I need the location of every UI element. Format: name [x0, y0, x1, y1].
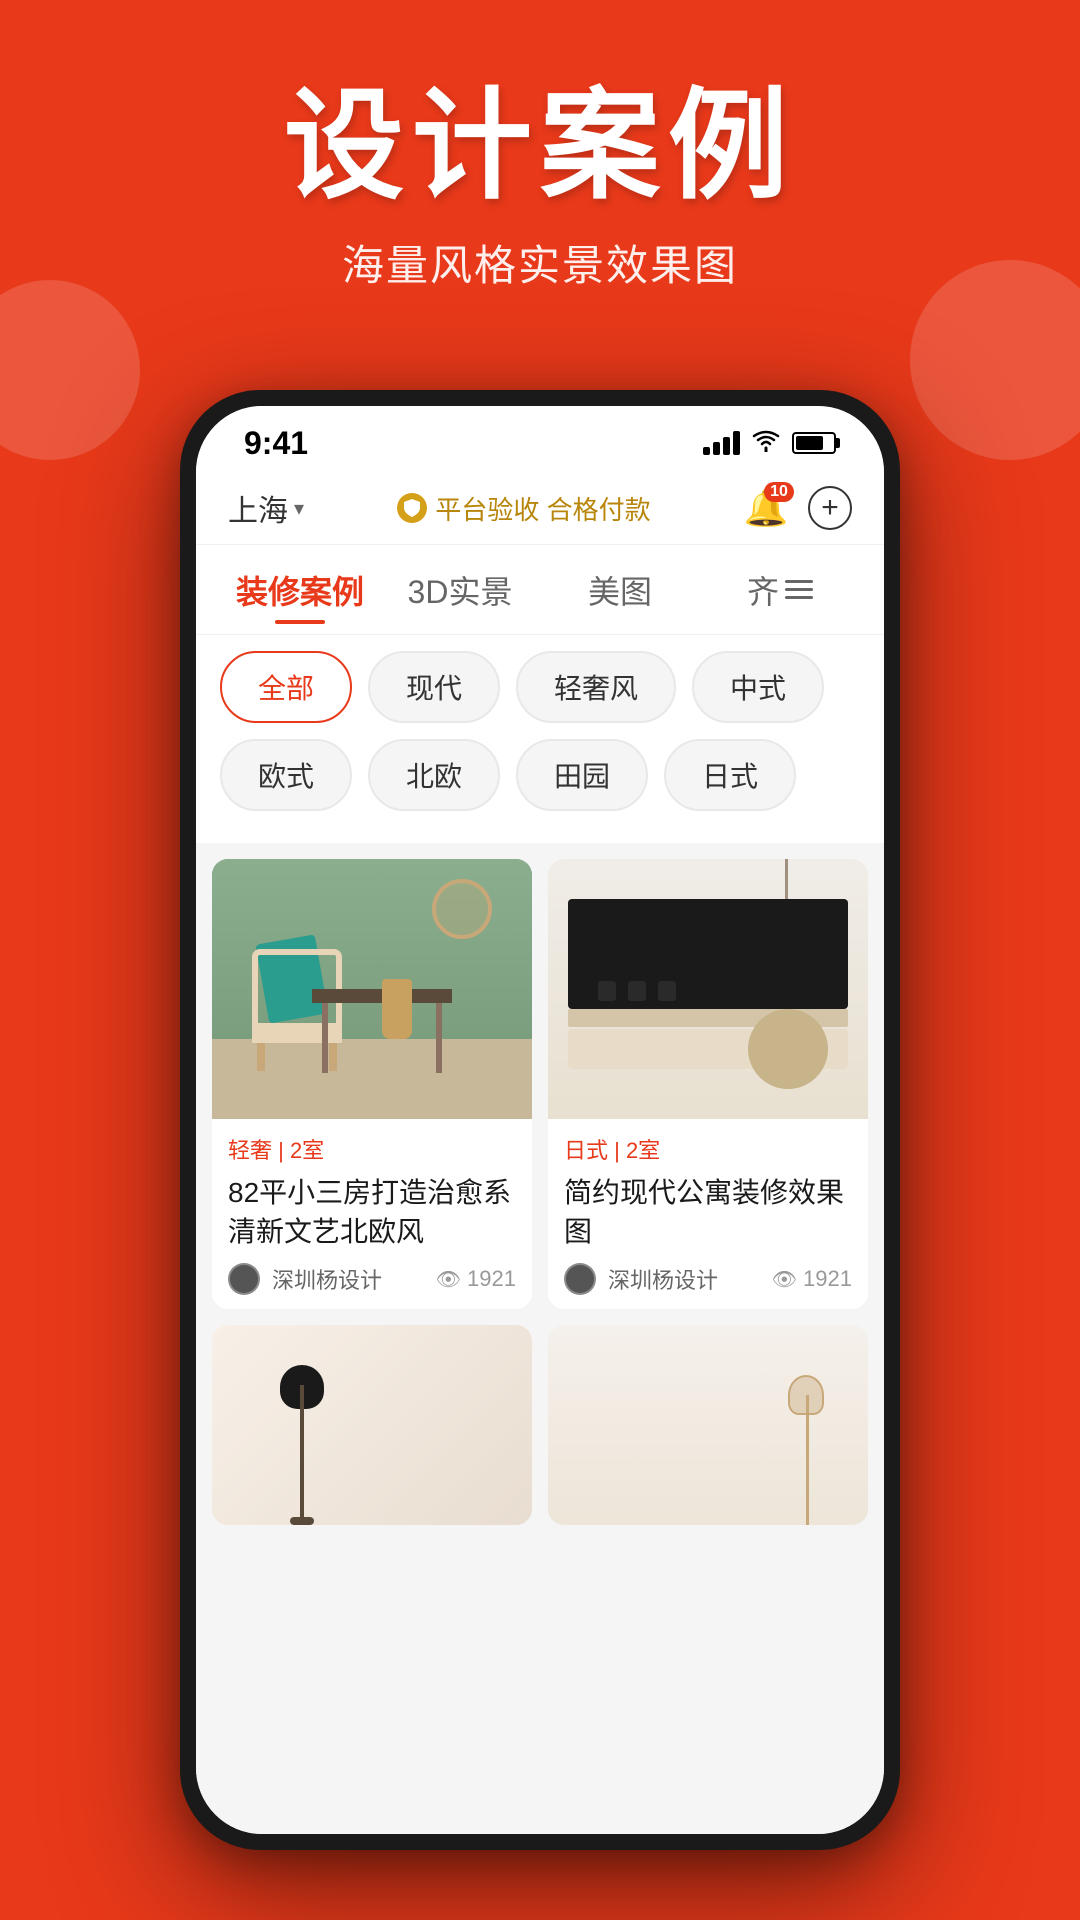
card-2-title: 简约现代公寓装修效果图 — [564, 1173, 852, 1251]
style-filters: 全部 现代 轻奢风 中式 欧式 — [196, 635, 884, 843]
filter-all[interactable]: 全部 — [220, 651, 352, 723]
bottom-card-grid — [212, 1325, 868, 1525]
filter-pastoral[interactable]: 田园 — [516, 739, 648, 811]
tab-menu-label: 齐 — [747, 567, 779, 613]
card-2-footer: 深圳杨设计 👁 1921 — [564, 1263, 852, 1295]
card-1-info: 轻奢 | 2室 82平小三房打造治愈系清新文艺北欧风 深圳杨设计 👁 — [212, 1119, 532, 1309]
app-header: 上海 ▾ 平台验收 合格付款 🔔 — [196, 472, 884, 545]
card-1[interactable]: 轻奢 | 2室 82平小三房打造治愈系清新文艺北欧风 深圳杨设计 👁 — [212, 859, 532, 1309]
hero-title: 设计案例 — [0, 80, 1080, 212]
status-icons — [703, 428, 836, 459]
card-1-title: 82平小三房打造治愈系清新文艺北欧风 — [228, 1173, 516, 1251]
round-table — [748, 1009, 828, 1089]
bottom-card-2-image — [548, 1325, 868, 1525]
tab-photos[interactable]: 美图 — [540, 545, 700, 634]
card-1-image — [212, 859, 532, 1119]
filter-chinese-label: 中式 — [730, 673, 786, 704]
filter-japanese-label: 日式 — [702, 761, 758, 792]
hero-subtitle: 海量风格实景效果图 — [0, 232, 1080, 293]
tab-3d-label: 3D实景 — [408, 567, 513, 613]
card-2-avatar — [564, 1263, 596, 1295]
tab-decoration-label: 装修案例 — [236, 567, 364, 613]
card-1-avatar — [228, 1263, 260, 1295]
card-grid: 轻奢 | 2室 82平小三房打造治愈系清新文艺北欧风 深圳杨设计 👁 — [212, 859, 868, 1309]
chevron-down-icon: ▾ — [294, 496, 304, 521]
filter-japanese[interactable]: 日式 — [664, 739, 796, 811]
card-2[interactable]: 日式 | 2室 简约现代公寓装修效果图 深圳杨设计 👁 19 — [548, 859, 868, 1309]
tab-3d[interactable]: 3D实景 — [380, 545, 540, 634]
floor-lamp-2 — [788, 1375, 828, 1525]
platform-text: 平台验收 合格付款 — [435, 490, 650, 527]
add-button[interactable]: + — [808, 486, 852, 530]
header-actions: 🔔 10 + — [744, 486, 852, 530]
card-1-author: 深圳杨设计 — [272, 1263, 382, 1295]
filter-modern[interactable]: 现代 — [368, 651, 500, 723]
card-2-author: 深圳杨设计 — [608, 1263, 718, 1295]
tab-photos-label: 美图 — [588, 567, 652, 613]
content-area: 轻奢 | 2室 82平小三房打造治愈系清新文艺北欧风 深圳杨设计 👁 — [196, 843, 884, 1834]
nav-tabs: 装修案例 3D实景 美图 齐 — [196, 545, 884, 635]
bottom-card-1-image — [212, 1325, 532, 1525]
eye-icon: 👁 — [436, 1267, 461, 1292]
platform-badge: 平台验收 合格付款 — [397, 490, 650, 527]
tab-menu[interactable]: 齐 — [700, 545, 860, 634]
phone-mockup: 9:41 — [180, 390, 900, 1850]
filter-modern-label: 现代 — [406, 673, 462, 704]
card-2-views: 👁 1921 — [772, 1266, 852, 1292]
filter-nordic-label: 北欧 — [406, 761, 462, 792]
filter-nordic[interactable]: 北欧 — [368, 739, 500, 811]
shield-icon — [397, 493, 427, 523]
floor-lamp-1 — [272, 1365, 332, 1525]
filter-european[interactable]: 欧式 — [220, 739, 352, 811]
bottom-card-2[interactable] — [548, 1325, 868, 1525]
card-1-tag: 轻奢 | 2室 — [228, 1133, 516, 1165]
add-icon: + — [821, 493, 839, 523]
filter-chinese[interactable]: 中式 — [692, 651, 824, 723]
card-2-info: 日式 | 2室 简约现代公寓装修效果图 深圳杨设计 👁 19 — [548, 1119, 868, 1309]
location-text: 上海 — [228, 486, 288, 530]
tab-menu-content: 齐 — [747, 567, 813, 613]
eye-icon-2: 👁 — [772, 1267, 797, 1292]
vase-decoration — [382, 979, 412, 1039]
filter-luxury-label: 轻奢风 — [554, 673, 638, 704]
notification-button[interactable]: 🔔 10 — [744, 486, 788, 530]
filter-pastoral-label: 田园 — [554, 761, 610, 792]
signal-icon — [703, 431, 740, 455]
decorative-clock — [432, 879, 492, 939]
tab-decoration[interactable]: 装修案例 — [220, 545, 380, 634]
location-button[interactable]: 上海 ▾ — [228, 486, 304, 530]
status-time: 9:41 — [244, 425, 308, 462]
filter-luxury[interactable]: 轻奢风 — [516, 651, 676, 723]
card-2-tag: 日式 | 2室 — [564, 1133, 852, 1165]
card-1-view-count: 1921 — [467, 1266, 516, 1292]
wifi-icon — [752, 428, 780, 459]
bottom-card-1[interactable] — [212, 1325, 532, 1525]
filter-row-1: 全部 现代 轻奢风 中式 — [220, 651, 860, 723]
phone-frame: 9:41 — [180, 390, 900, 1850]
phone-screen: 9:41 — [196, 406, 884, 1834]
card-1-views: 👁 1921 — [436, 1266, 516, 1292]
filter-all-label: 全部 — [258, 673, 314, 704]
notification-badge: 10 — [764, 482, 794, 502]
hamburger-icon — [785, 580, 813, 599]
battery-icon — [792, 432, 836, 454]
status-bar: 9:41 — [196, 406, 884, 472]
card-2-image — [548, 859, 868, 1119]
speakers — [598, 981, 676, 1001]
hero-section: 设计案例 海量风格实景效果图 — [0, 0, 1080, 333]
filter-row-2: 欧式 北欧 田园 日式 — [220, 739, 860, 811]
card-1-footer: 深圳杨设计 👁 1921 — [228, 1263, 516, 1295]
filter-european-label: 欧式 — [258, 761, 314, 792]
card-2-view-count: 1921 — [803, 1266, 852, 1292]
